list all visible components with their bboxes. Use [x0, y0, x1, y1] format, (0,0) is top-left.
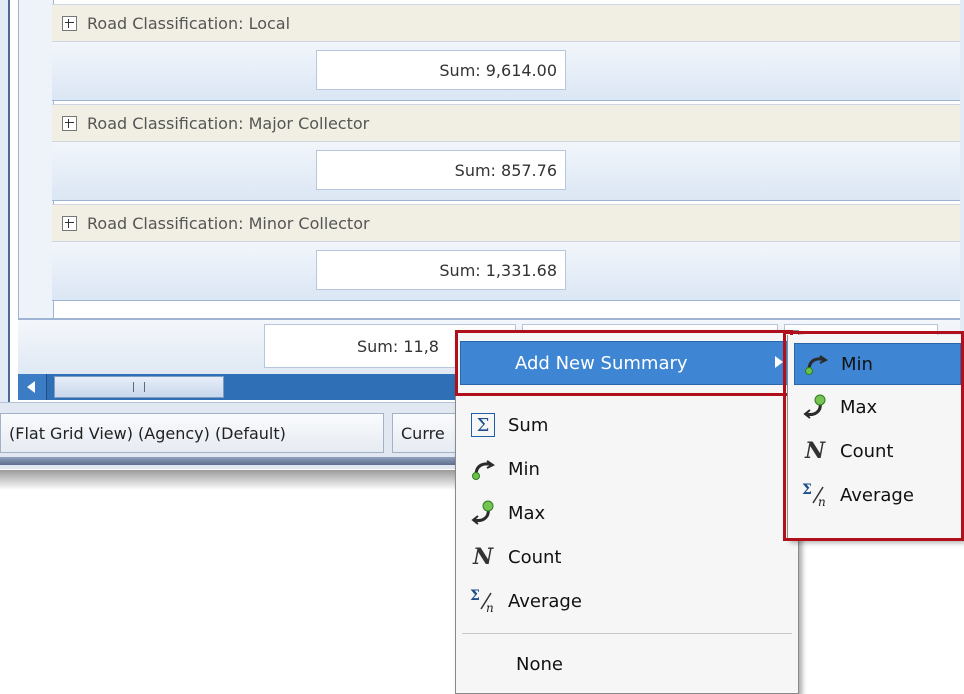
submenu-item-count[interactable]: N Count — [794, 431, 964, 471]
submenu-item-average[interactable]: Σ n Average — [794, 475, 964, 515]
expand-plus-icon[interactable] — [62, 215, 77, 231]
group-row-label: Road Classification: Local — [87, 13, 291, 33]
group-row-label: Road Classification: Major Collector — [87, 113, 370, 133]
menu-item-label: Average — [508, 590, 582, 612]
min-icon — [801, 349, 831, 379]
svg-text:Σ: Σ — [470, 588, 480, 604]
submenu-item-max[interactable]: Max — [794, 387, 964, 427]
row-indicator-column — [18, 0, 54, 318]
submenu-item-label: Count — [840, 440, 894, 462]
menu-item-label: Min — [508, 458, 540, 480]
menu-item-none[interactable]: None — [462, 644, 792, 684]
expand-plus-icon[interactable] — [62, 15, 77, 31]
count-icon: N — [804, 438, 826, 464]
menu-item-label: Sum — [508, 414, 549, 436]
submenu-item-label: Min — [841, 353, 873, 375]
group-summary-row: Sum: 9,614.00 — [52, 42, 960, 101]
current-selector[interactable]: Curre — [392, 413, 462, 453]
menu-item-label: Add New Summary — [515, 352, 688, 374]
group-row-minor-collector[interactable]: Road Classification: Minor Collector — [52, 204, 960, 242]
group-sum-cell[interactable]: Sum: 857.76 — [316, 150, 566, 190]
max-icon — [468, 498, 498, 528]
group-sum-cell[interactable]: Sum: 9,614.00 — [316, 50, 566, 90]
group-sum-cell[interactable]: Sum: 1,331.68 — [316, 250, 566, 290]
menu-separator — [462, 633, 792, 634]
scroll-left-icon[interactable] — [18, 374, 47, 400]
svg-text:Σ: Σ — [802, 482, 812, 498]
summary-context-menu: Add New Summary Σ Sum Min Max N Count Σ … — [455, 330, 799, 694]
average-icon: Σ n — [468, 586, 498, 616]
menu-item-label: Count — [508, 546, 562, 568]
submenu-arrow-icon — [775, 356, 783, 368]
submenu-item-min[interactable]: Min — [794, 343, 961, 385]
view-selector[interactable]: (Flat Grid View) (Agency) (Default) — [0, 413, 384, 453]
menu-item-max[interactable]: Max — [462, 493, 792, 533]
window-frame-left — [0, 0, 10, 410]
submenu-item-label: Average — [840, 484, 914, 506]
group-row-label: Road Classification: Minor Collector — [87, 213, 370, 233]
max-icon — [800, 392, 830, 422]
menu-item-sum[interactable]: Σ Sum — [462, 405, 792, 445]
menu-item-add-new-summary[interactable]: Add New Summary — [460, 341, 792, 385]
menu-item-label: Max — [508, 502, 546, 524]
group-row-major-collector[interactable]: Road Classification: Major Collector — [52, 104, 960, 142]
sigma-icon: Σ — [468, 410, 498, 440]
menu-item-min[interactable]: Min — [462, 449, 792, 489]
group-summary-row: Sum: 857.76 — [52, 142, 960, 201]
menu-item-count[interactable]: N Count — [462, 537, 792, 577]
submenu-item-label: Max — [840, 396, 878, 418]
svg-text:n: n — [818, 495, 826, 509]
count-icon: N — [472, 544, 494, 570]
average-icon: Σ n — [800, 480, 830, 510]
min-icon — [468, 454, 498, 484]
group-summary-row: Sum: 1,331.68 — [52, 242, 960, 301]
group-row-local[interactable]: Road Classification: Local — [52, 4, 960, 42]
menu-item-average[interactable]: Σ n Average — [462, 581, 792, 621]
add-new-summary-submenu: Min Max N Count Σ n Average — [787, 335, 964, 540]
svg-text:n: n — [486, 601, 494, 615]
menu-item-label: None — [516, 653, 563, 675]
scrollbar-thumb[interactable] — [54, 376, 224, 398]
expand-plus-icon[interactable] — [62, 115, 77, 131]
